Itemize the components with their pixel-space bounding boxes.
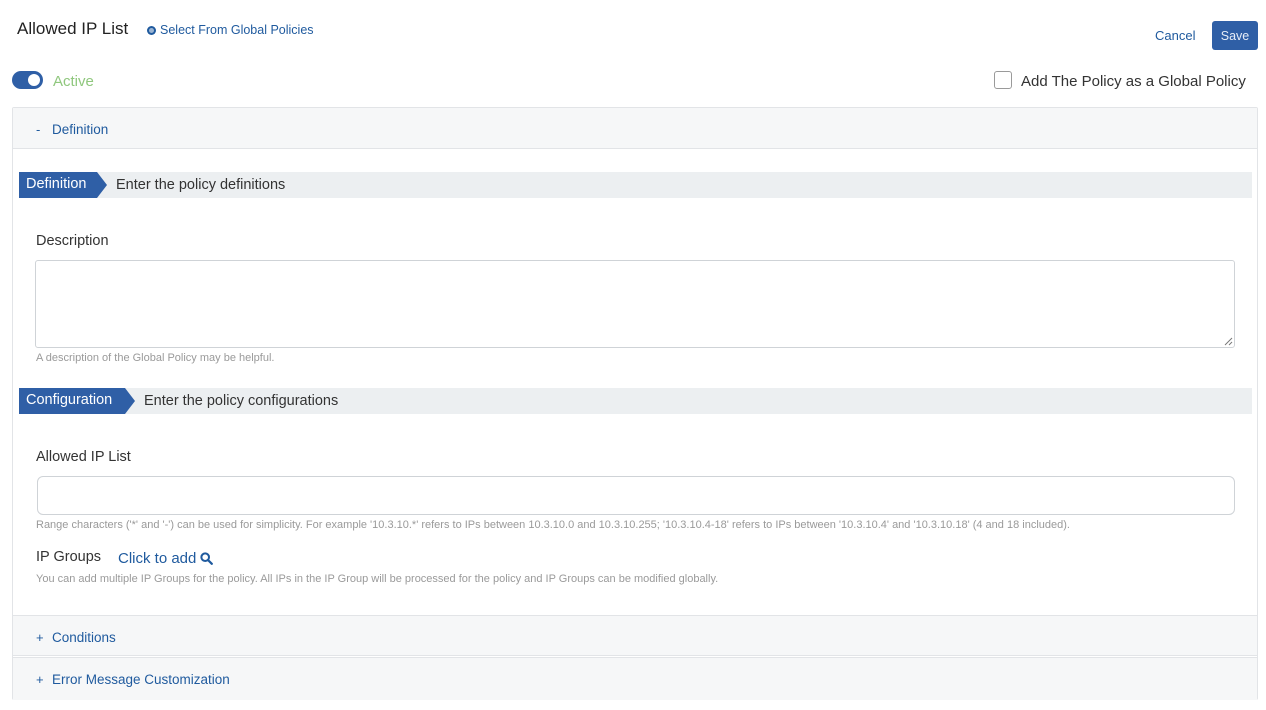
collapse-sign: - xyxy=(36,122,41,137)
conditions-panel-title: Conditions xyxy=(52,630,116,645)
select-global-policies-link[interactable]: Select From Global Policies xyxy=(147,23,314,37)
definition-section-desc: Enter the policy definitions xyxy=(116,177,286,193)
allowed-ip-list-help: Range characters ('*' and '-') can be us… xyxy=(36,519,1070,531)
definition-panel-header[interactable]: - Definition xyxy=(13,108,1257,149)
definition-panel-title: Definition xyxy=(52,122,109,137)
global-policy-label: Add The Policy as a Global Policy xyxy=(1021,73,1246,90)
configuration-tag: Configuration xyxy=(19,388,135,414)
ip-groups-help: You can add multiple IP Groups for the p… xyxy=(36,573,719,585)
page-title: Allowed IP List xyxy=(17,19,129,38)
save-button[interactable]: Save xyxy=(1212,21,1258,50)
globe-icon xyxy=(147,25,156,35)
description-label: Description xyxy=(36,233,109,249)
policy-panel: - Definition Definition Enter the policy… xyxy=(12,107,1258,700)
conditions-panel-header[interactable]: + Conditions xyxy=(13,615,1257,656)
ip-groups-add-link[interactable]: Click to add xyxy=(118,550,214,567)
description-help: A description of the Global Policy may b… xyxy=(36,352,275,364)
configuration-section-desc: Enter the policy configurations xyxy=(144,393,339,409)
allowed-ip-list-label: Allowed IP List xyxy=(36,449,131,465)
resize-grip-icon xyxy=(1224,337,1233,346)
configuration-section-banner: Configuration Enter the policy configura… xyxy=(19,388,1252,414)
global-policy-checkbox[interactable] xyxy=(994,71,1012,89)
active-toggle[interactable] xyxy=(12,71,43,89)
toggle-knob xyxy=(28,74,40,86)
select-global-policies-label: Select From Global Policies xyxy=(160,23,314,37)
definition-section-banner: Definition Enter the policy definitions xyxy=(19,172,1252,198)
error-message-panel-title: Error Message Customization xyxy=(52,672,230,687)
error-message-panel-header[interactable]: + Error Message Customization xyxy=(13,657,1257,700)
expand-sign: + xyxy=(36,672,44,687)
description-textarea[interactable] xyxy=(35,260,1235,348)
search-icon xyxy=(200,552,214,565)
cancel-button[interactable]: Cancel xyxy=(1155,28,1195,43)
allowed-ip-list-input[interactable] xyxy=(37,476,1235,515)
definition-tag: Definition xyxy=(19,172,107,198)
ip-groups-label: IP Groups xyxy=(36,549,102,565)
expand-sign: + xyxy=(36,630,44,645)
active-label: Active xyxy=(53,73,94,90)
ip-groups-add-label: Click to add xyxy=(118,550,197,567)
